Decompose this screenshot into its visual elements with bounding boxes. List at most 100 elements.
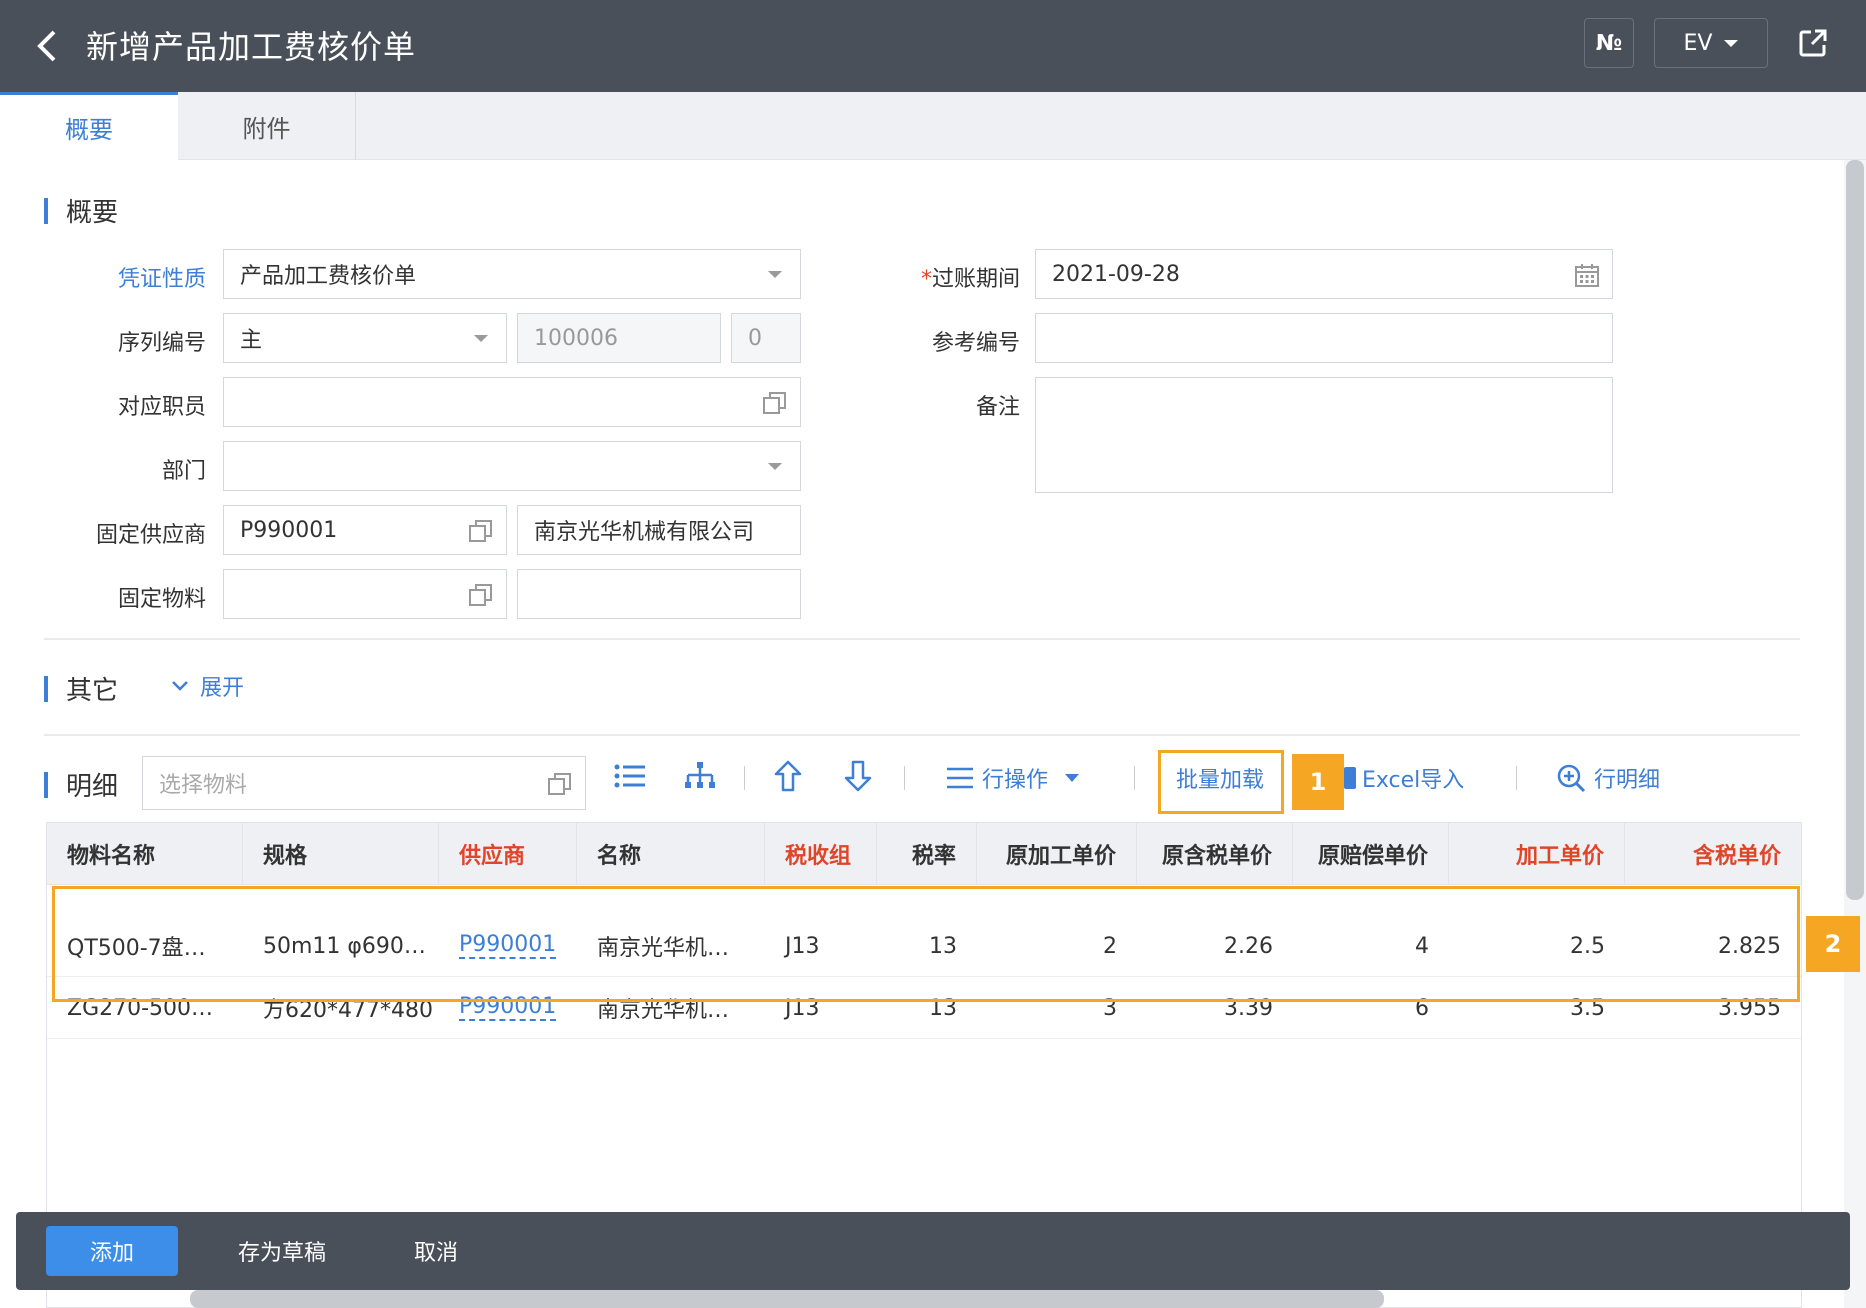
col-orig-process-price[interactable]: 原加工单价	[977, 823, 1137, 885]
rows-highlight	[52, 886, 1800, 1002]
other-title-text: 其它	[66, 676, 119, 706]
supplier-name-field: 南京光华机械有限公司	[517, 505, 801, 555]
copy-lookup-icon[interactable]	[468, 582, 494, 608]
copy-lookup-icon[interactable]	[762, 390, 788, 416]
detail-section-title: 明细	[44, 766, 118, 803]
employee-label: 对应职员	[117, 395, 206, 420]
employee-field[interactable]	[223, 377, 801, 427]
posting-period-label: *过账期间	[880, 261, 1020, 293]
share-button[interactable]	[1788, 18, 1838, 68]
col-orig-tax-price[interactable]: 原含税单价	[1137, 823, 1293, 885]
section-accent-bar	[44, 675, 48, 702]
voucher-type-value: 产品加工费核价单	[240, 264, 417, 289]
row-detail-label: 行明细	[1594, 768, 1661, 793]
posting-period-value: 2021-09-28	[1052, 261, 1180, 287]
external-link-icon	[1799, 29, 1827, 57]
list-icon	[614, 764, 645, 788]
number-button[interactable]: №	[1584, 18, 1634, 68]
serial-label: 序列编号	[117, 331, 206, 356]
step-marker-2: 2	[1806, 916, 1860, 972]
department-select[interactable]	[223, 441, 801, 491]
posting-period-date-field[interactable]: 2021-09-28	[1035, 249, 1613, 299]
col-supplier[interactable]: 供应商	[439, 823, 577, 885]
toolbar-separator	[904, 766, 905, 790]
batch-load-button[interactable]: 批量加载	[1176, 762, 1264, 794]
excel-import-button[interactable]: Excel导入	[1344, 762, 1464, 794]
col-material-name[interactable]: 物料名称	[47, 823, 243, 885]
menu-icon	[947, 767, 973, 789]
detail-title-text: 明细	[66, 772, 119, 802]
toolbar-separator	[1134, 766, 1135, 790]
section-divider	[44, 734, 1800, 736]
copy-lookup-icon[interactable]	[547, 771, 573, 797]
tab-overview[interactable]: 概要	[0, 92, 178, 160]
excel-import-label: Excel导入	[1362, 768, 1465, 793]
list-view-button[interactable]	[612, 758, 648, 794]
zoom-in-icon	[1557, 764, 1586, 793]
tab-bar: 概要 附件	[0, 92, 1866, 160]
ev-dropdown[interactable]: EV	[1654, 18, 1768, 68]
col-tax-group[interactable]: 税收组	[765, 823, 877, 885]
row-operations-label: 行操作	[982, 768, 1049, 793]
material-name-field	[517, 569, 801, 619]
caret-down-icon	[474, 335, 488, 342]
page-title: 新增产品加工费核价单	[86, 28, 417, 66]
posting-period-label-text: 过账期间	[931, 267, 1020, 292]
row-detail-button[interactable]: 行明细	[1556, 762, 1660, 794]
overview-section-title: 概要	[44, 192, 118, 229]
caret-down-icon	[768, 271, 782, 278]
tab-attachments[interactable]: 附件	[178, 92, 356, 160]
toolbar-separator	[744, 766, 745, 790]
supplier-code-value: P990001	[240, 517, 338, 543]
cancel-button[interactable]: 取消	[386, 1226, 486, 1276]
arrow-up-icon	[774, 760, 802, 792]
calendar-icon[interactable]	[1574, 262, 1600, 288]
tree-view-button[interactable]	[682, 758, 718, 794]
top-bar: 新增产品加工费核价单 № EV	[0, 0, 1866, 92]
col-process-price[interactable]: 加工单价	[1449, 823, 1625, 885]
remark-textarea[interactable]	[1035, 377, 1613, 493]
remark-label: 备注	[975, 395, 1020, 420]
voucher-type-select[interactable]: 产品加工费核价单	[223, 249, 801, 299]
supplier-code-field[interactable]: P990001	[223, 505, 507, 555]
col-spec[interactable]: 规格	[243, 823, 439, 885]
vertical-scrollbar-thumb[interactable]	[1846, 160, 1864, 900]
move-up-button[interactable]	[770, 758, 806, 794]
material-search-input[interactable]: 选择物料	[142, 756, 586, 810]
expand-toggle[interactable]: 展开	[170, 670, 244, 702]
page: 新增产品加工费核价单 № EV 概要 附件 概要 凭证性质 产品加工费核价单 序…	[0, 0, 1866, 1308]
col-tax-rate[interactable]: 税率	[877, 823, 977, 885]
arrow-down-icon	[844, 760, 872, 792]
add-button[interactable]: 添加	[46, 1226, 178, 1276]
section-divider	[44, 638, 1800, 640]
required-asterisk: *	[920, 267, 932, 292]
overview-title-text: 概要	[66, 198, 119, 228]
supplier-label: 固定供应商	[95, 523, 206, 548]
toolbar-separator	[1516, 766, 1517, 790]
move-down-button[interactable]	[840, 758, 876, 794]
other-section-title: 其它	[44, 670, 118, 707]
save-draft-button[interactable]: 存为草稿	[212, 1226, 352, 1276]
serial-suffix-field: 0	[731, 313, 801, 363]
serial-number-field: 100006	[517, 313, 721, 363]
expand-label: 展开	[200, 676, 245, 701]
col-name[interactable]: 名称	[577, 823, 765, 885]
col-orig-comp-price[interactable]: 原赔偿单价	[1293, 823, 1449, 885]
caret-down-icon	[768, 463, 782, 470]
material-label: 固定物料	[117, 587, 206, 612]
col-tax-price[interactable]: 含税单价	[1625, 823, 1801, 885]
horizontal-scrollbar-thumb[interactable]	[190, 1290, 1384, 1308]
serial-select[interactable]: 主	[223, 313, 507, 363]
section-accent-bar	[44, 771, 48, 798]
back-button[interactable]	[26, 26, 66, 66]
voucher-type-label[interactable]: 凭证性质	[90, 261, 206, 293]
copy-lookup-icon[interactable]	[468, 518, 494, 544]
caret-down-icon	[1065, 774, 1080, 782]
material-code-field[interactable]	[223, 569, 507, 619]
reference-field[interactable]	[1035, 313, 1613, 363]
excel-icon	[1344, 767, 1356, 789]
step-marker-1: 1	[1292, 754, 1344, 810]
ev-label: EV	[1683, 30, 1713, 56]
serial-value: 主	[240, 328, 263, 353]
row-operations-dropdown[interactable]: 行操作	[946, 762, 1080, 794]
